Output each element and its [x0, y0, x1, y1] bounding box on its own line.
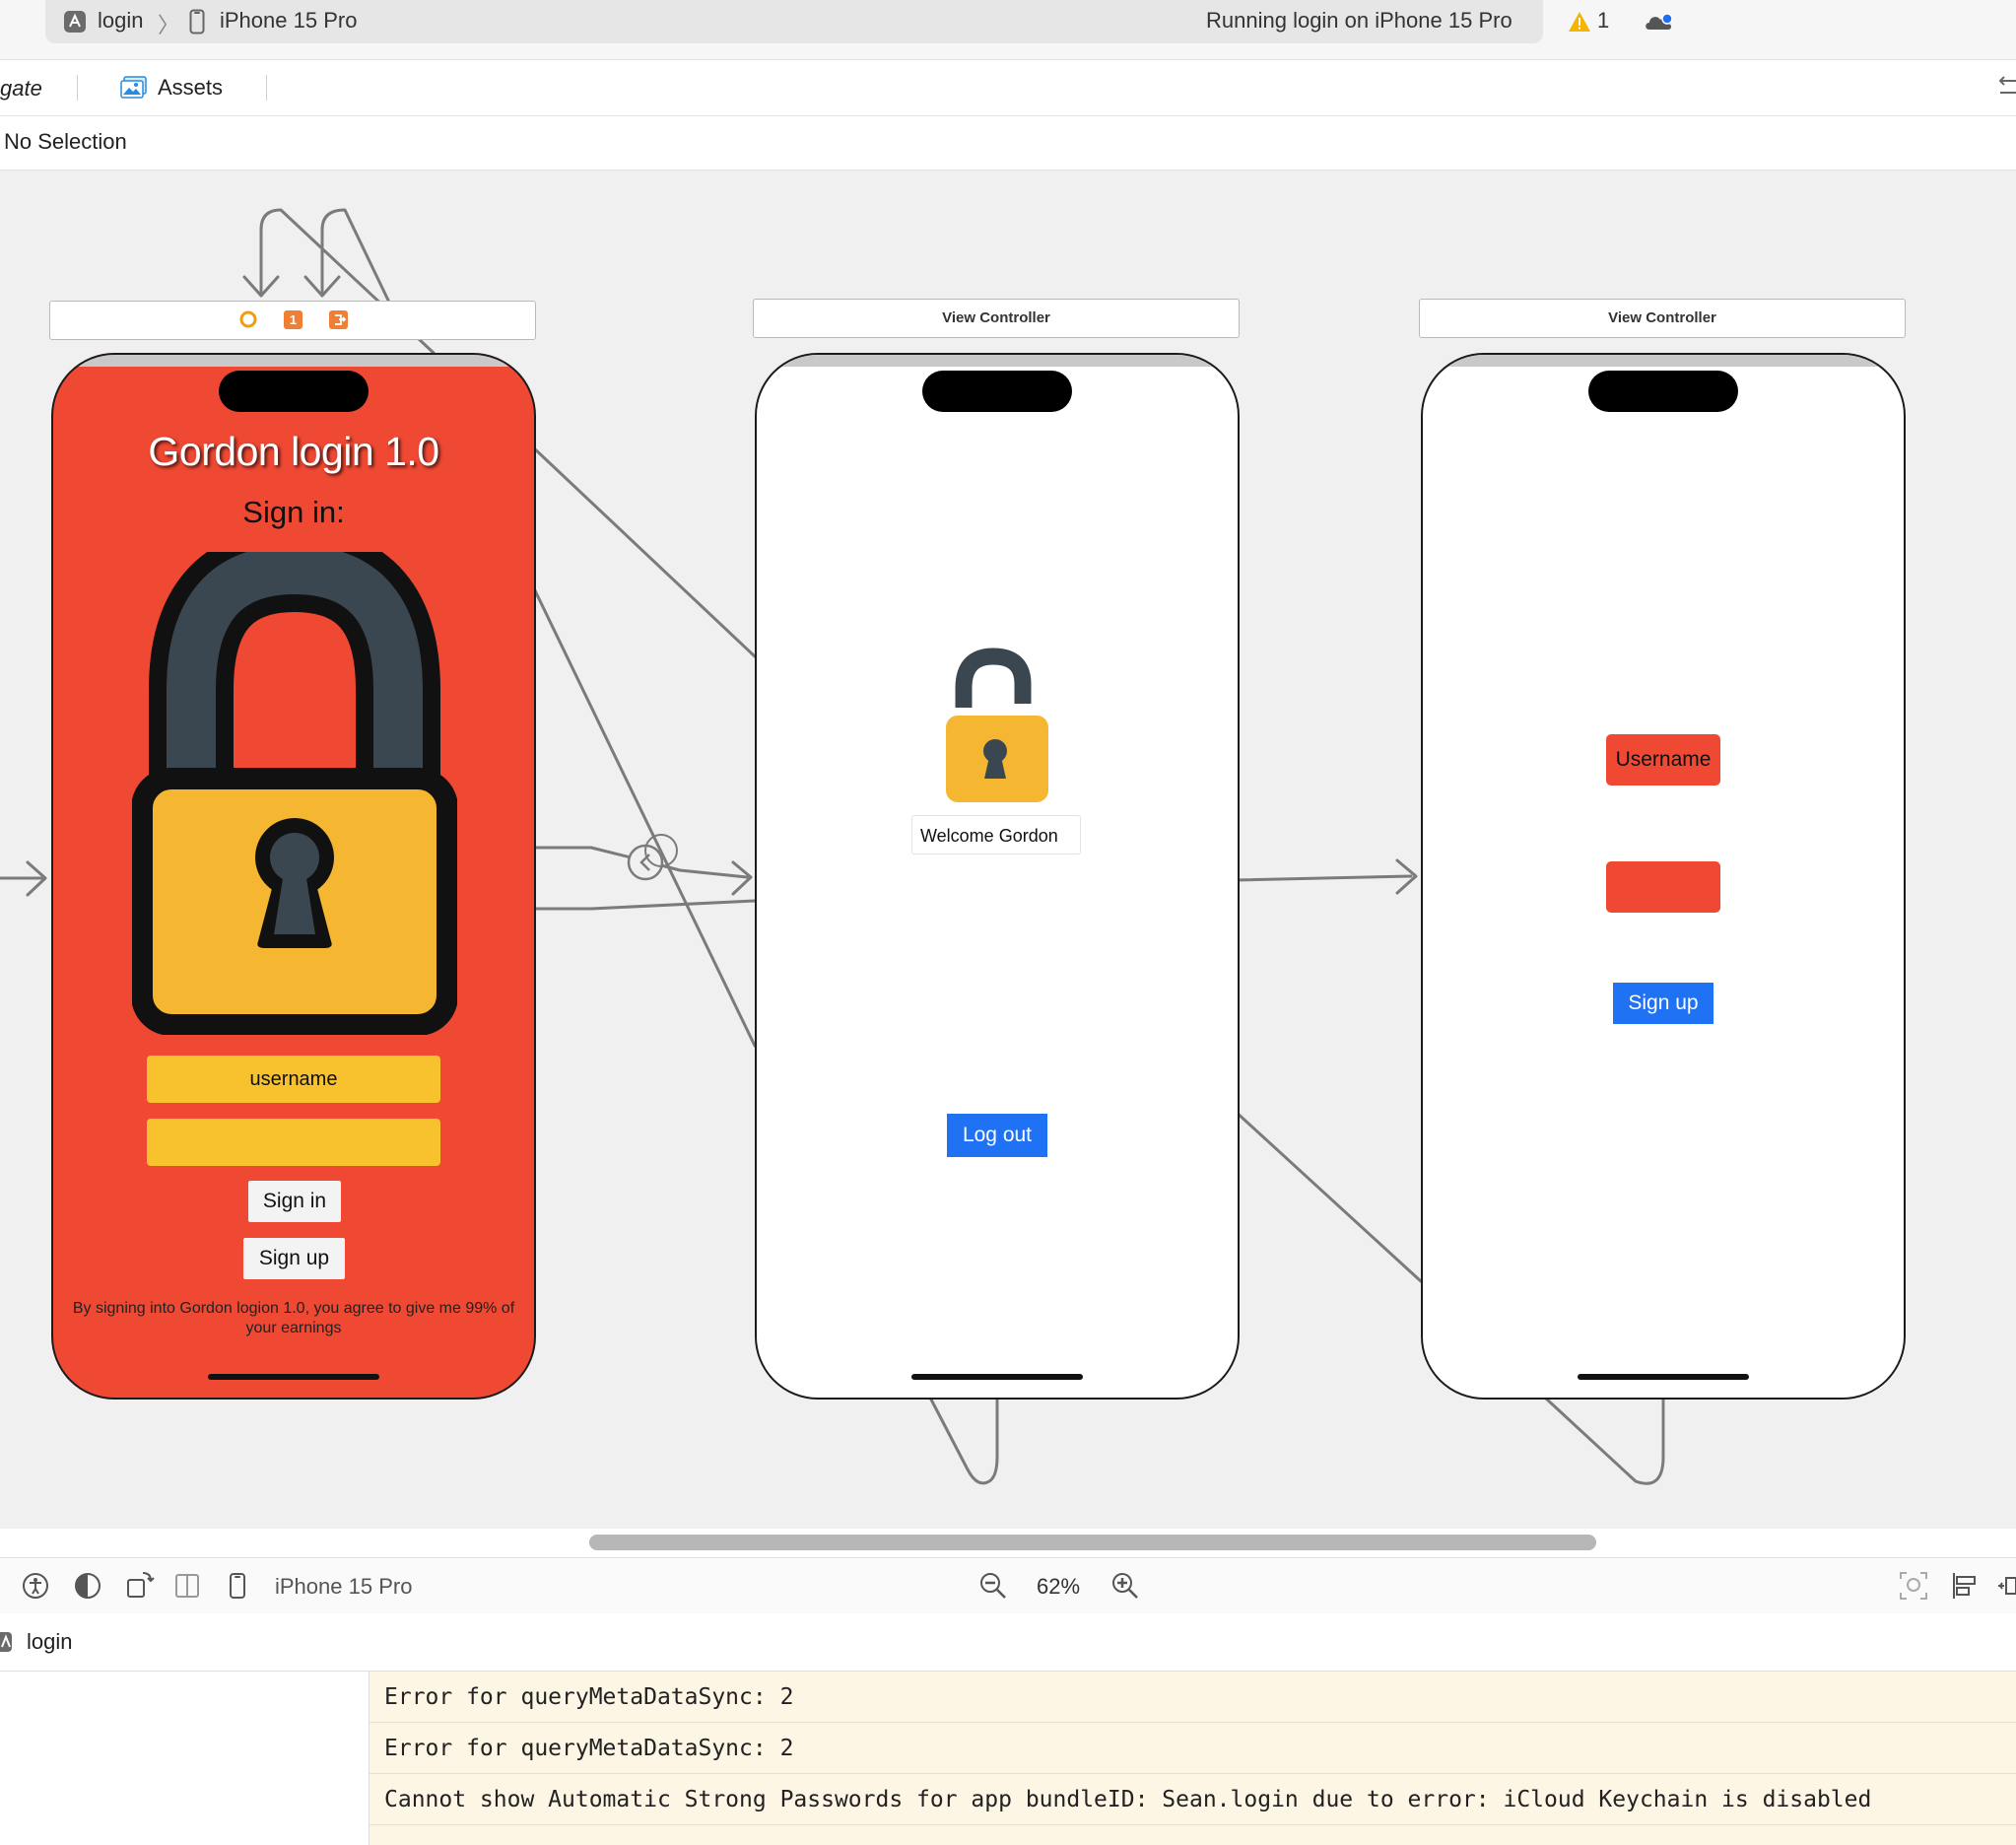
- zoom-level[interactable]: 62%: [1037, 1574, 1080, 1600]
- horizontal-scrollbar[interactable]: [589, 1535, 1596, 1550]
- split-toggle-icon[interactable]: [1994, 75, 2016, 99]
- segue-line: [1234, 874, 1413, 882]
- scene-header-signup[interactable]: View Controller: [1419, 299, 1906, 338]
- scene-header-login[interactable]: 1: [49, 301, 536, 340]
- lock-open-icon: [944, 641, 1050, 806]
- exit-icon[interactable]: [329, 310, 348, 329]
- dynamic-island: [922, 371, 1072, 412]
- update-frames-icon[interactable]: [1899, 1571, 1928, 1601]
- console-output[interactable]: Error for queryMetaDataSync: 2 Error for…: [370, 1672, 2016, 1845]
- breadcrumb-device[interactable]: iPhone 15 Pro: [220, 8, 357, 34]
- device-selector[interactable]: iPhone 15 Pro: [275, 1574, 412, 1600]
- zoom-in-icon[interactable]: [1110, 1571, 1140, 1601]
- status-bar-strip: [757, 355, 1238, 367]
- welcome-label: Welcome Gordon: [911, 815, 1081, 854]
- log-out-button[interactable]: Log out: [947, 1114, 1047, 1157]
- segue-line: [530, 582, 757, 1048]
- app-icon: [0, 1631, 14, 1653]
- signup-username-field[interactable]: Username: [1606, 734, 1720, 786]
- breadcrumb-project[interactable]: login: [98, 8, 143, 34]
- sign-in-button[interactable]: Sign in: [248, 1181, 341, 1222]
- activity-status: Running login on iPhone 15 Pro: [1206, 8, 1512, 33]
- signup-password-field[interactable]: [1606, 861, 1720, 913]
- segue-arrowhead: [731, 860, 753, 896]
- segue-loop: [1543, 1396, 1665, 1485]
- status-bar-strip: [1423, 355, 1904, 367]
- warning-count[interactable]: 1: [1597, 8, 1609, 34]
- login-title: Gordon login 1.0: [148, 429, 439, 474]
- username-field[interactable]: username: [147, 1056, 440, 1103]
- home-indicator: [208, 1374, 379, 1380]
- home-indicator: [911, 1374, 1083, 1380]
- orientation-icon[interactable]: [125, 1570, 155, 1600]
- tab-divider: [266, 75, 267, 101]
- warning-icon[interactable]: [1568, 11, 1591, 33]
- variables-pane[interactable]: [0, 1672, 370, 1845]
- segue-line: [530, 444, 757, 658]
- breadcrumb-chevron-icon: 〉: [158, 13, 180, 37]
- jump-bar-selection[interactable]: No Selection: [4, 129, 127, 155]
- signup-scene-phone[interactable]: Username Sign up: [1421, 353, 1906, 1400]
- tab-assets-label: Assets: [158, 75, 224, 100]
- dynamic-island: [219, 371, 369, 412]
- tab-divider: [77, 75, 78, 101]
- login-scene-phone[interactable]: Gordon login 1.0 Sign in: username Sign …: [51, 353, 536, 1400]
- tab-assets[interactable]: Assets: [120, 71, 223, 104]
- appearance-icon[interactable]: [74, 1572, 101, 1600]
- segue-line: [530, 899, 757, 911]
- layout-icon[interactable]: [174, 1573, 200, 1599]
- segue-line: [1234, 1110, 1423, 1283]
- iphone-icon: [189, 9, 205, 34]
- zoom-out-icon[interactable]: [978, 1571, 1008, 1601]
- home-indicator: [1578, 1374, 1749, 1380]
- lock-closed-icon: [132, 552, 457, 1035]
- console-line: Error for queryMetaDataSync: 2: [370, 1723, 2016, 1774]
- app-icon[interactable]: [63, 10, 87, 34]
- view-controller-icon[interactable]: [239, 310, 257, 328]
- dynamic-island: [1588, 371, 1738, 412]
- signup-submit-button[interactable]: Sign up: [1613, 983, 1714, 1024]
- device-icon[interactable]: [229, 1572, 246, 1600]
- accessibility-icon[interactable]: [22, 1572, 49, 1600]
- sign-up-button[interactable]: Sign up: [243, 1238, 345, 1279]
- login-subtitle: Sign in:: [242, 495, 345, 529]
- tab-scene-delegate[interactable]: gate: [0, 76, 42, 102]
- editor-tab-bar: [0, 60, 2016, 116]
- debug-process-name[interactable]: login: [27, 1629, 72, 1655]
- console-line: Error for queryMetaDataSync: 2: [370, 1672, 2016, 1723]
- align-icon[interactable]: [1951, 1571, 1981, 1601]
- welcome-scene-phone[interactable]: Welcome Gordon Log out: [755, 353, 1240, 1400]
- console-line: Cannot show Automatic Strong Passwords f…: [370, 1774, 2016, 1825]
- scene-header-welcome[interactable]: View Controller: [753, 299, 1240, 338]
- assets-icon: [120, 76, 148, 100]
- password-field[interactable]: [147, 1119, 440, 1166]
- jump-bar: [0, 116, 2016, 171]
- debug-bar: [0, 1613, 2016, 1672]
- terms-label: By signing into Gordon logion 1.0, you a…: [72, 1300, 515, 1336]
- cloud-icon[interactable]: [1643, 11, 1674, 33]
- status-bar-strip: [53, 355, 534, 367]
- first-responder-badge[interactable]: 1: [284, 310, 302, 329]
- segue-loop: [928, 1396, 999, 1485]
- storyboard-canvas[interactable]: 1 Gordon login 1.0 Sign in: username Sig…: [0, 171, 2016, 1529]
- pin-icon[interactable]: [1998, 1571, 2016, 1601]
